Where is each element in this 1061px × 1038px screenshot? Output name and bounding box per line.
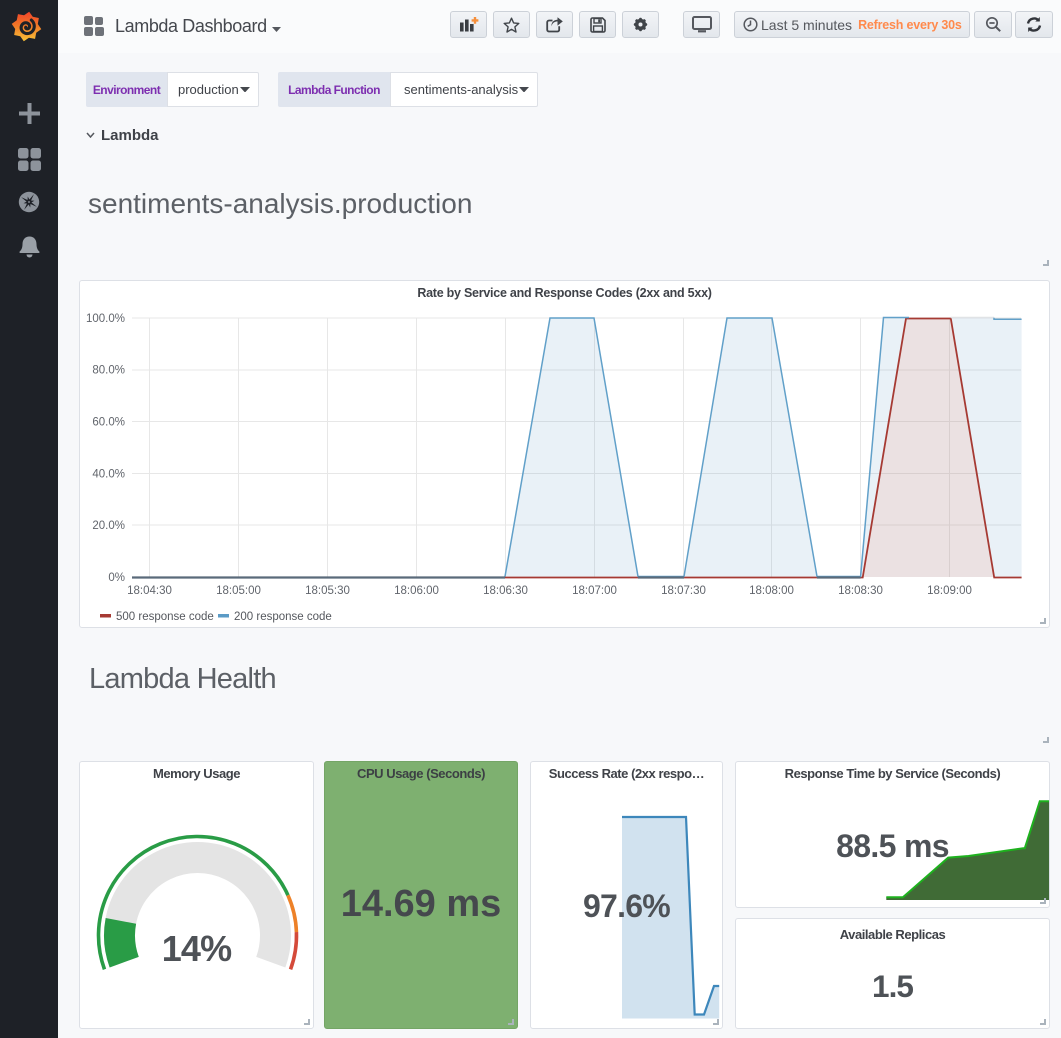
svg-text:18:08:30: 18:08:30 bbox=[838, 585, 883, 597]
svg-text:18:07:00: 18:07:00 bbox=[572, 585, 617, 597]
svg-text:18:06:30: 18:06:30 bbox=[483, 585, 528, 597]
svg-text:40.0%: 40.0% bbox=[92, 469, 125, 481]
svg-text:0%: 0% bbox=[108, 572, 125, 584]
svg-text:18:04:30: 18:04:30 bbox=[127, 585, 172, 597]
svg-text:200 response code: 200 response code bbox=[234, 611, 332, 623]
svg-text:80.0%: 80.0% bbox=[92, 365, 125, 377]
svg-text:20.0%: 20.0% bbox=[92, 520, 125, 532]
svg-text:18:06:00: 18:06:00 bbox=[394, 585, 439, 597]
svg-text:100.0%: 100.0% bbox=[86, 313, 125, 325]
svg-text:500 response code: 500 response code bbox=[116, 611, 214, 623]
svg-text:18:09:00: 18:09:00 bbox=[927, 585, 972, 597]
svg-text:60.0%: 60.0% bbox=[92, 417, 125, 429]
svg-text:18:07:30: 18:07:30 bbox=[661, 585, 706, 597]
svg-text:18:05:00: 18:05:00 bbox=[216, 585, 261, 597]
svg-text:18:05:30: 18:05:30 bbox=[305, 585, 350, 597]
svg-text:18:08:00: 18:08:00 bbox=[749, 585, 794, 597]
